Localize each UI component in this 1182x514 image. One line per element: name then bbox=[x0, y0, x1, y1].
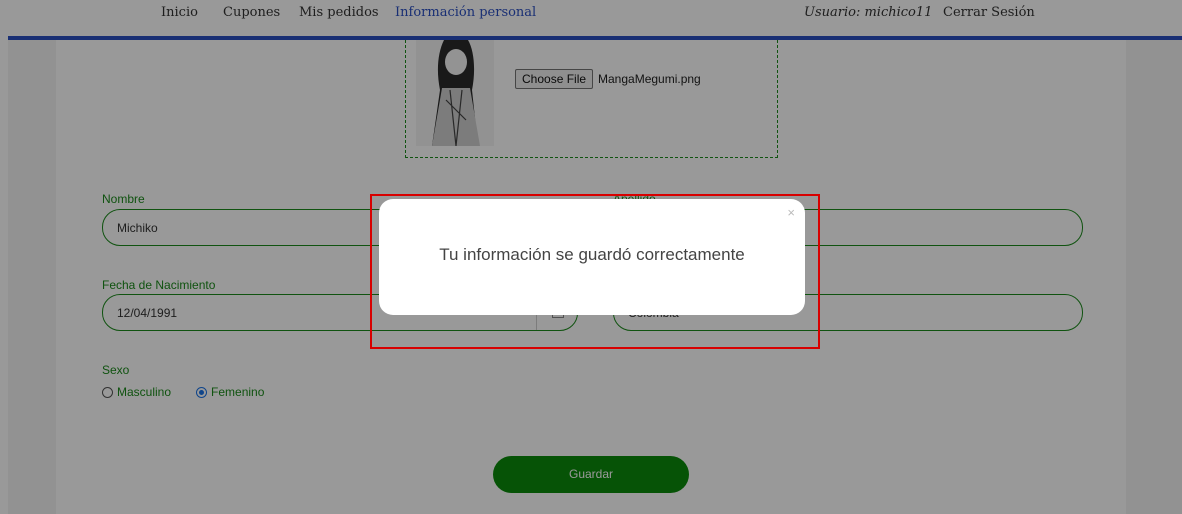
modal-message: Tu información se guardó correctamente bbox=[439, 245, 745, 264]
close-icon[interactable]: × bbox=[787, 205, 795, 220]
browser-viewport: Inicio Cupones Mis pedidos Información p… bbox=[0, 0, 1182, 514]
success-modal: × Tu información se guardó correctamente bbox=[379, 199, 805, 315]
